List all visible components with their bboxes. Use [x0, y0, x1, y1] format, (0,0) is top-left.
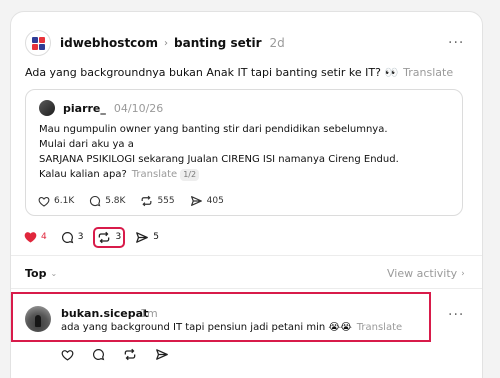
quote-repost-button[interactable]: 555 — [140, 195, 175, 207]
share-button[interactable]: 5 — [135, 231, 159, 244]
post-header: idwebhostcom › banting setir 2d — [25, 29, 285, 57]
quote-time: 04/10/26 — [113, 101, 164, 115]
post-author[interactable]: idwebhostcom — [60, 36, 158, 50]
reply-share-button[interactable] — [155, 348, 169, 361]
avatar[interactable] — [25, 306, 51, 332]
comment-button[interactable]: 3 — [61, 231, 84, 244]
reply-actions — [61, 348, 187, 361]
share-count: 5 — [153, 232, 159, 242]
reply-body: ada yang background IT tapi pensiun jadi… — [61, 322, 352, 333]
repost-icon — [124, 348, 136, 361]
post-time: 2d — [269, 36, 285, 50]
quote-comment-button[interactable]: 5.8K — [89, 195, 125, 207]
divider — [11, 288, 482, 289]
post-body: Ada yang backgroundnya bukan Anak IT tap… — [25, 66, 399, 79]
like-count: 4 — [41, 232, 47, 242]
quote-author[interactable]: piarre_ — [63, 102, 106, 115]
send-icon — [156, 349, 168, 360]
divider — [11, 255, 482, 256]
comment-icon — [90, 195, 101, 207]
repost-count: 555 — [157, 196, 175, 206]
heart-filled-icon — [24, 232, 37, 243]
reply-author[interactable]: bukan.sicepat — [61, 307, 148, 320]
reply-time: 1m — [140, 307, 158, 320]
quoted-post[interactable]: piarre_ 04/10/26 Mau ngumpulin owner yan… — [25, 89, 463, 216]
heart-icon — [38, 196, 50, 207]
chevron-right-icon: › — [164, 37, 169, 49]
sort-dropdown[interactable]: Top ⌄ — [25, 267, 57, 280]
avatar[interactable] — [39, 100, 55, 116]
comment-count: 5.8K — [105, 196, 126, 206]
idwebhost-logo[interactable] — [25, 30, 51, 56]
send-icon — [190, 196, 202, 206]
quote-body: Mau ngumpulin owner yang banting stir da… — [39, 122, 399, 182]
quote-line: Mulai dari aku ya a — [39, 139, 134, 150]
quote-share-button[interactable]: 405 — [190, 195, 224, 207]
more-options-icon[interactable]: ··· — [448, 36, 464, 50]
more-options-icon[interactable]: ··· — [448, 308, 464, 322]
repost-icon — [99, 231, 110, 243]
share-count: 405 — [206, 196, 224, 206]
reply-text: ada yang background IT tapi pensiun jadi… — [61, 322, 402, 333]
comment-icon — [61, 231, 73, 243]
translate-link[interactable]: Translate — [357, 322, 402, 333]
quote-line: SARJANA PSIKILOGI sekarang Jualan CIRENG… — [39, 154, 399, 165]
like-button[interactable]: 4 — [24, 231, 47, 243]
like-count: 6.1K — [54, 196, 75, 206]
reply-repost-button[interactable] — [123, 348, 137, 361]
sort-label: Top — [25, 267, 47, 280]
reply-comment-button[interactable] — [92, 348, 105, 361]
translate-page-badge: 1/2 — [180, 169, 200, 181]
repost-button[interactable]: 3 — [93, 226, 126, 248]
comment-icon — [93, 349, 105, 361]
quote-line: Kalau kalian apa? — [39, 169, 127, 180]
community-name[interactable]: banting setir — [174, 36, 261, 50]
comment-count: 3 — [77, 232, 84, 242]
quote-actions: 6.1K 5.8K 555 405 — [38, 195, 239, 207]
translate-link[interactable]: Translate — [132, 169, 177, 180]
chevron-down-icon: ⌄ — [50, 269, 58, 278]
chevron-right-icon: › — [461, 268, 465, 279]
heart-icon — [61, 349, 74, 361]
avatar-figure — [35, 315, 41, 327]
quote-header: piarre_ 04/10/26 — [39, 100, 163, 116]
view-activity-link[interactable]: View activity › — [387, 267, 465, 280]
translate-link[interactable]: Translate — [403, 66, 453, 79]
send-icon — [136, 231, 149, 243]
repost-count: 3 — [115, 232, 122, 242]
reply-like-button[interactable] — [61, 349, 74, 361]
quote-line: Mau ngumpulin owner yang banting stir da… — [39, 124, 388, 135]
repost-icon — [142, 195, 152, 207]
view-activity-label: View activity — [387, 267, 458, 280]
post-actions: 4 3 3 5 — [24, 226, 173, 248]
quote-like-button[interactable]: 6.1K — [38, 196, 74, 207]
post-text: Ada yang backgroundnya bukan Anak IT tap… — [25, 66, 453, 79]
